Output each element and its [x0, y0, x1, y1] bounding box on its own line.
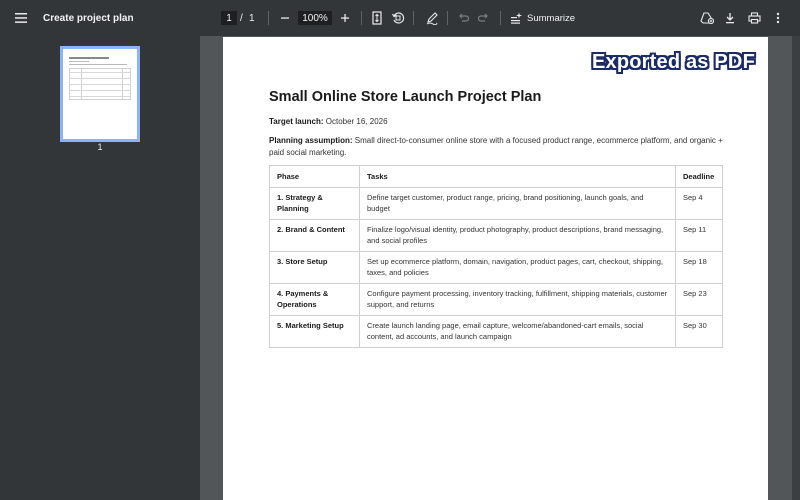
- page-thumbnail-preview: [63, 49, 137, 139]
- redo-button[interactable]: [472, 0, 496, 36]
- redo-icon: [478, 13, 488, 22]
- page-thumbnail[interactable]: [60, 46, 140, 142]
- phase-cell: 5. Marketing Setup: [269, 314, 360, 348]
- hamburger-menu-icon[interactable]: [9, 0, 33, 36]
- assumption-label: Planning assumption:: [269, 136, 353, 145]
- zoom-in-button[interactable]: [333, 0, 357, 36]
- document-viewer[interactable]: Exported as PDF Small Online Store Launc…: [200, 36, 800, 500]
- zoom-level-input[interactable]: 100%: [298, 11, 332, 25]
- rotate-icon: [391, 12, 405, 24]
- deadline-cell: Sep 4: [675, 186, 723, 220]
- header-deadline: Deadline: [675, 165, 723, 188]
- tasks-cell: Configure payment processing, inventory …: [359, 282, 676, 316]
- deadline-cell: Sep 18: [675, 250, 723, 284]
- tasks-cell: Finalize logo/visual identity, product p…: [359, 218, 676, 252]
- undo-icon: [459, 13, 469, 22]
- pdf-toolbar: Create project plan 1 / 1 100% Summarize: [0, 0, 800, 36]
- pdf-page: Exported as PDF Small Online Store Launc…: [223, 37, 768, 500]
- plus-icon: [341, 14, 349, 22]
- tasks-cell: Create launch landing page, email captur…: [359, 314, 676, 348]
- deadline-cell: Sep 30: [675, 314, 723, 348]
- annotate-button[interactable]: [420, 0, 444, 36]
- deadline-cell: Sep 23: [675, 282, 723, 316]
- table-row: 1. Strategy & Planning Define target cus…: [269, 186, 723, 220]
- tasks-cell: Set up ecommerce platform, domain, navig…: [359, 250, 676, 284]
- planning-assumption: Planning assumption: Small direct-to-con…: [269, 135, 723, 159]
- page-separator: /: [240, 12, 243, 24]
- download-button[interactable]: [718, 0, 742, 36]
- phase-cell: 3. Store Setup: [269, 250, 360, 284]
- sparkle-icon: [511, 12, 522, 24]
- export-stamp: Exported as PDF: [591, 51, 755, 73]
- rotate-button[interactable]: [386, 0, 410, 36]
- target-launch-value: October 16, 2026: [323, 117, 388, 126]
- table-row: 3. Store Setup Set up ecommerce platform…: [269, 250, 723, 284]
- download-icon: [726, 13, 734, 24]
- deadline-cell: Sep 11: [675, 218, 723, 252]
- table-row: 2. Brand & Content Finalize logo/visual …: [269, 218, 723, 252]
- zoom-out-button[interactable]: [273, 0, 297, 36]
- toolbar-divider: [500, 11, 501, 25]
- phase-cell: 2. Brand & Content: [269, 218, 360, 252]
- header-phase: Phase: [269, 165, 360, 188]
- viewer-scrollbar[interactable]: [792, 36, 800, 500]
- table-row: 4. Payments & Operations Configure payme…: [269, 282, 723, 316]
- more-options-button[interactable]: [766, 0, 790, 36]
- tasks-cell: Define target customer, product range, p…: [359, 186, 676, 220]
- header-tasks: Tasks: [359, 165, 676, 188]
- print-icon: [747, 12, 761, 24]
- phase-cell: 1. Strategy & Planning: [269, 186, 360, 220]
- drive-add-icon: [700, 12, 714, 24]
- more-vert-icon: [776, 12, 780, 24]
- print-button[interactable]: [742, 0, 766, 36]
- thumbnail-page-number: 1: [97, 142, 103, 152]
- target-launch-label: Target launch:: [269, 117, 324, 126]
- minus-icon: [281, 17, 289, 19]
- project-plan-table: Phase Tasks Deadline 1. Strategy & Plann…: [269, 165, 723, 348]
- table-row: 5. Marketing Setup Create launch landing…: [269, 314, 723, 348]
- page-number-input[interactable]: 1: [221, 11, 237, 25]
- document-title: Create project plan: [43, 12, 134, 24]
- toolbar-divider: [361, 11, 362, 25]
- page-total: 1: [249, 12, 255, 24]
- toolbar-divider: [268, 11, 269, 25]
- thumbnail-sidebar: 1: [0, 36, 200, 500]
- target-launch-line: Target launch: October 16, 2026: [269, 116, 723, 128]
- save-to-drive-button[interactable]: [695, 0, 719, 36]
- toolbar-divider: [447, 11, 448, 25]
- toolbar-divider: [413, 11, 414, 25]
- phase-cell: 4. Payments & Operations: [269, 282, 360, 316]
- summarize-button[interactable]: Summarize: [510, 0, 575, 36]
- table-header-row: Phase Tasks Deadline: [269, 165, 723, 188]
- document-content: Small Online Store Launch Project Plan T…: [269, 89, 723, 348]
- summarize-label: Summarize: [527, 12, 576, 24]
- document-heading: Small Online Store Launch Project Plan: [269, 89, 542, 105]
- fit-page-icon: [372, 11, 382, 25]
- pen-icon: [426, 12, 438, 25]
